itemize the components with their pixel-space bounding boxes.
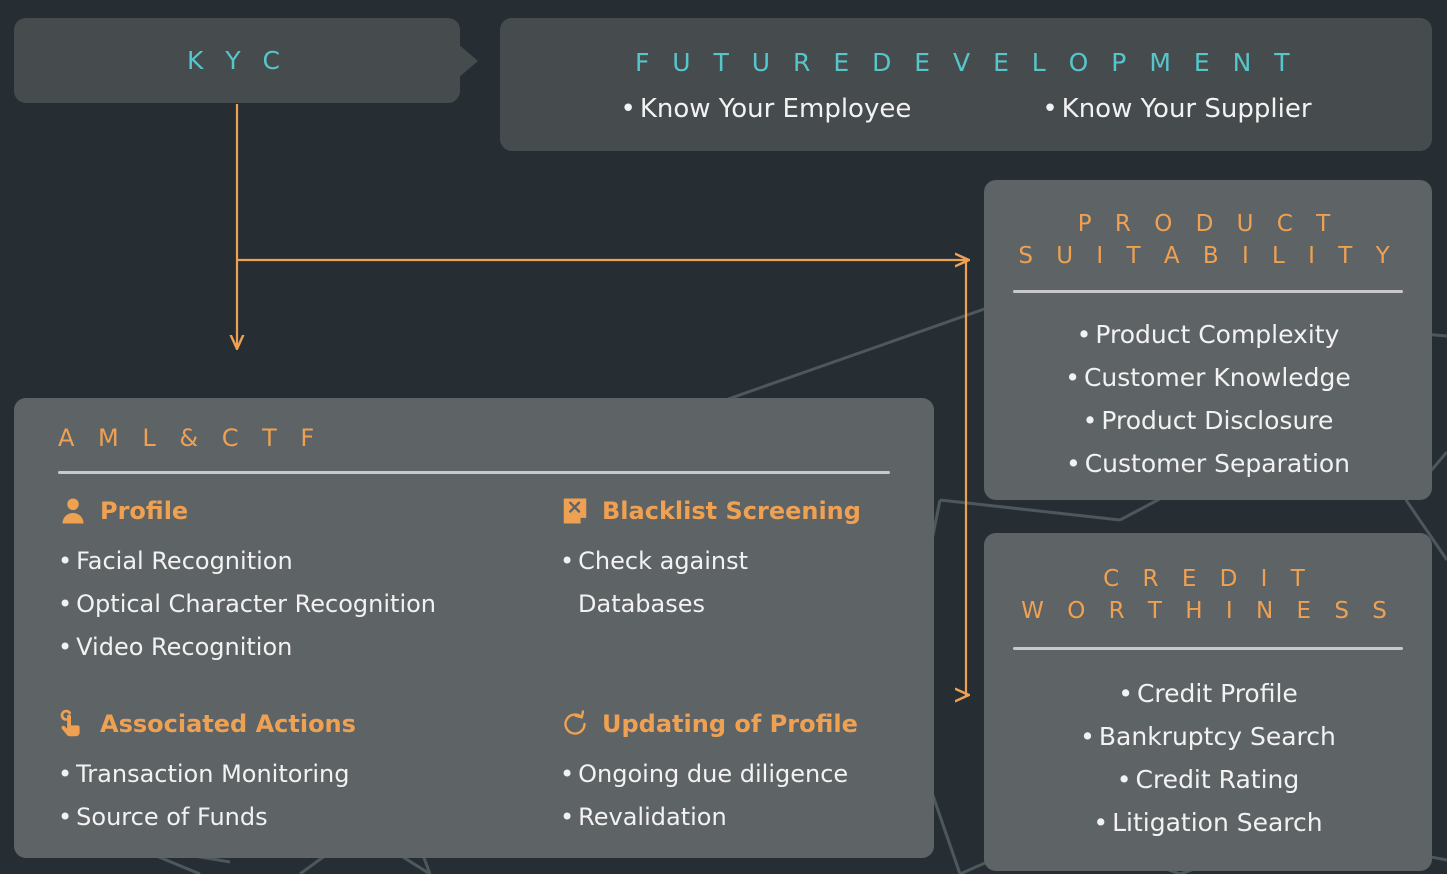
section-item-label: Facial Recognition <box>76 547 293 575</box>
list-item: • Product Disclosure <box>984 399 1432 442</box>
section-list: • Facial Recognition • Optical Character R… <box>58 540 548 669</box>
kyc-title: K Y C <box>186 46 287 75</box>
aml-ctf-panel[interactable]: A M L & C T F Profile • Facial Recognitio… <box>14 398 934 858</box>
product-item-label: Product Disclosure <box>1101 406 1334 435</box>
list-item: • Ongoing due diligence <box>560 753 934 796</box>
credit-item-label: Credit Rating <box>1135 765 1300 794</box>
section-item-label: Ongoing due diligence <box>578 760 849 788</box>
credit-worthiness-title: C R E D I T W O R T H I N E S S <box>984 533 1432 627</box>
bullet-icon: • <box>1093 808 1109 837</box>
list-item: • Credit Rating <box>984 758 1432 801</box>
credit-item-label: Bankruptcy Search <box>1098 722 1336 751</box>
section-list: • Transaction Monitoring • Source of Funds <box>58 753 548 839</box>
list-item: • Credit Profile <box>984 672 1432 715</box>
bullet-icon: • <box>1080 722 1095 751</box>
section-item-label: Transaction Monitoring <box>76 760 350 788</box>
connector-kyc-to-credit <box>966 261 968 695</box>
list-item: • Source of Funds <box>58 796 548 839</box>
bullet-icon: • <box>1065 449 1081 478</box>
bullet-icon: • <box>58 803 73 831</box>
infographic-canvas: K Y C F U T U R E D E V E L O P M E N T … <box>0 0 1447 874</box>
list-item-continuation: Databases <box>560 583 934 626</box>
aml-section-associated-actions: Associated Actions • Transaction Monitori… <box>58 709 548 839</box>
section-header: Blacklist Screening <box>560 496 934 526</box>
list-item: • Facial Recognition <box>58 540 548 583</box>
bullet-icon: • <box>560 547 575 575</box>
list-item: • Check against <box>560 540 934 583</box>
credit-worthiness-list: • Credit Profile • Bankruptcy Search • Cred… <box>984 672 1432 844</box>
section-label: Blacklist Screening <box>602 497 861 525</box>
section-label: Profile <box>100 497 189 525</box>
section-label: Updating of Profile <box>602 710 858 738</box>
list-item: • Transaction Monitoring <box>58 753 548 796</box>
kyc-panel[interactable]: K Y C <box>14 18 460 103</box>
section-item-label: Optical Character Recognition <box>76 590 437 618</box>
section-header: Associated Actions <box>58 709 548 739</box>
bullet-icon: • <box>1076 320 1092 349</box>
hand-tap-icon <box>60 709 80 737</box>
future-development-panel[interactable]: F U T U R E D E V E L O P M E N T • Know … <box>500 18 1432 151</box>
list-item: • Video Recognition <box>58 626 548 669</box>
list-item: • Bankruptcy Search <box>984 715 1432 758</box>
future-development-list: • Know Your Employee • Know Your Supplier <box>500 94 1432 124</box>
bullet-icon: • <box>1082 406 1098 435</box>
bullet-icon: • <box>560 760 575 788</box>
bullet-icon: • <box>1042 94 1058 124</box>
aml-ctf-title: A M L & C T F <box>58 424 323 452</box>
list-item: • Know Your Employee <box>620 94 911 124</box>
product-item-label: Product Complexity <box>1095 320 1340 349</box>
bullet-icon: • <box>620 94 636 124</box>
list-item: • Litigation Search <box>984 801 1432 844</box>
section-item-label: Check against <box>578 547 749 575</box>
section-list: • Check against Databases <box>560 540 934 626</box>
product-title-line-2: S U I T A B I L I T Y <box>1018 243 1398 269</box>
refresh-circle-icon <box>564 710 586 735</box>
product-suitability-list: • Product Complexity • Customer Knowledge … <box>984 313 1432 485</box>
user-profile-icon <box>62 498 84 524</box>
list-item: • Customer Separation <box>984 442 1432 485</box>
section-header: Profile <box>58 496 548 526</box>
bullet-icon: • <box>58 760 73 788</box>
section-header: Updating of Profile <box>560 709 934 739</box>
list-item: • Optical Character Recognition <box>58 583 548 626</box>
product-title-line-1: P R O D U C T <box>1077 211 1339 237</box>
product-suitability-title: P R O D U C T S U I T A B I L I T Y <box>984 180 1432 272</box>
list-item: • Know Your Supplier <box>1042 94 1311 124</box>
bullet-icon: • <box>58 590 73 618</box>
list-item: • Product Complexity <box>984 313 1432 356</box>
future-development-title: F U T U R E D E V E L O P M E N T <box>634 48 1298 77</box>
aml-section-profile: Profile • Facial Recognition • Optical Cha… <box>58 496 548 669</box>
bullet-icon: • <box>58 633 73 661</box>
product-suitability-panel[interactable]: P R O D U C T S U I T A B I L I T Y • Pro… <box>984 180 1432 500</box>
divider <box>1013 290 1403 293</box>
aml-section-updating-of-profile: Updating of Profile • Ongoing due diligen… <box>548 709 934 839</box>
credit-item-label: Credit Profile <box>1136 679 1298 708</box>
aml-sections-grid: Profile • Facial Recognition • Optical Cha… <box>14 474 934 839</box>
section-list: • Ongoing due diligence • Revalidation <box>560 753 934 839</box>
aml-section-blacklist-screening: Blacklist Screening • Check against Datab… <box>548 496 934 669</box>
product-item-label: Customer Knowledge <box>1083 363 1351 392</box>
kyc-chevron-tip <box>444 32 478 90</box>
section-label: Associated Actions <box>100 710 356 738</box>
credit-item-label: Litigation Search <box>1112 808 1323 837</box>
divider <box>1013 647 1403 650</box>
future-item-label: Know Your Supplier <box>1061 94 1312 124</box>
document-x-icon <box>563 498 587 524</box>
section-item-label: Source of Funds <box>76 803 268 831</box>
credit-worthiness-panel[interactable]: C R E D I T W O R T H I N E S S • Credit … <box>984 533 1432 871</box>
future-item-label: Know Your Employee <box>639 94 912 124</box>
bullet-icon: • <box>1118 679 1133 708</box>
list-item: • Customer Knowledge <box>984 356 1432 399</box>
section-item-label: Revalidation <box>578 803 727 831</box>
bullet-icon: • <box>1116 765 1132 794</box>
list-item: • Revalidation <box>560 796 934 839</box>
section-item-label: Video Recognition <box>76 633 293 661</box>
bullet-icon: • <box>560 803 575 831</box>
bullet-icon: • <box>58 547 73 575</box>
credit-title-line-1: C R E D I T <box>1103 566 1313 592</box>
product-item-label: Customer Separation <box>1084 449 1351 478</box>
credit-title-line-2: W O R T H I N E S S <box>1021 598 1395 624</box>
section-item-label: Databases <box>578 590 706 618</box>
bullet-icon: • <box>1065 363 1080 392</box>
